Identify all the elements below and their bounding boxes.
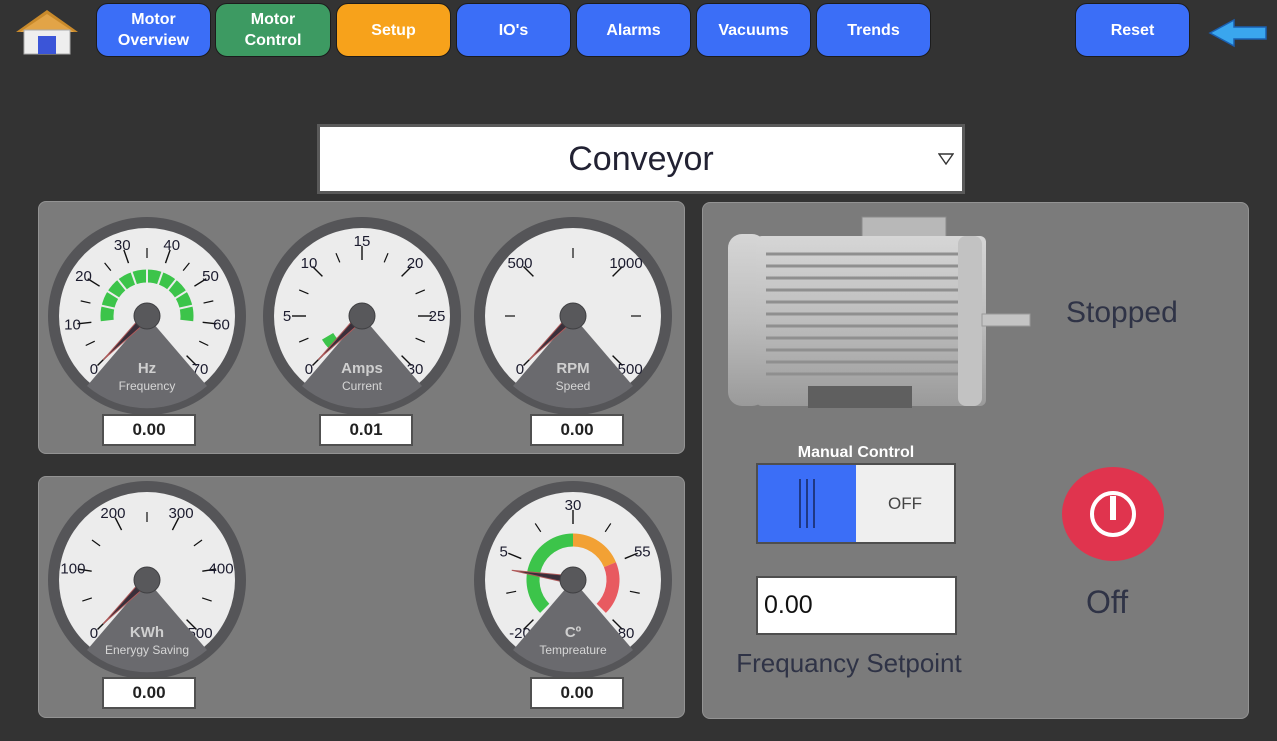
back-arrow-icon <box>1208 18 1267 48</box>
back-button[interactable] <box>1208 18 1268 48</box>
frequency-tick-label: 10 <box>64 316 81 333</box>
selector-value: Conveyor <box>568 139 714 178</box>
nav-setup-button[interactable]: Setup <box>336 3 451 57</box>
toggle-state-text: OFF <box>856 465 954 542</box>
frequency-tick-label: 50 <box>202 268 219 285</box>
power-button[interactable] <box>1061 466 1165 562</box>
grip-icon <box>799 479 815 528</box>
current-readout: 0.01 <box>319 414 413 446</box>
frequency-setpoint-label: Frequancy Setpoint <box>736 648 962 678</box>
temperature-gauge: -20 5 30 55 80 Cº Tempreature <box>473 480 673 680</box>
power-icon <box>1062 467 1164 561</box>
home-icon <box>16 10 78 55</box>
temperature-tick-label: 55 <box>634 543 651 560</box>
nav-motor-overview-button[interactable]: Motor Overview <box>96 3 211 57</box>
current-tick-label: 15 <box>354 233 371 250</box>
nav-vacuums-button[interactable]: Vacuums <box>696 3 811 57</box>
manual-control-label: Manual Control <box>797 444 915 461</box>
speed-tick-label: 1000 <box>609 255 642 272</box>
energy-caption-label: Enerygy Saving <box>105 643 189 657</box>
nav-ios-button[interactable]: IO's <box>456 3 571 57</box>
frequency-gauge: 0 10 20 30 40 50 60 70 Hz Frequency <box>47 216 247 416</box>
speed-caption-label: Speed <box>556 379 591 393</box>
temperature-readout: 0.00 <box>530 677 624 709</box>
power-state-text: Off <box>1086 584 1129 620</box>
frequency-unit-label: Hz <box>138 360 156 377</box>
frequency-caption-label: Frequency <box>119 379 176 393</box>
nav-trends-button[interactable]: Trends <box>816 3 931 57</box>
frequency-tick-label: 40 <box>163 237 180 254</box>
speed-tick-label: 500 <box>507 255 532 272</box>
reset-button[interactable]: Reset <box>1075 3 1190 57</box>
temperature-caption-label: Tempreature <box>539 643 607 657</box>
energy-tick-label: 100 <box>60 560 85 577</box>
toggle-handle[interactable] <box>758 465 856 542</box>
manual-control-toggle[interactable]: OFF <box>756 463 956 544</box>
frequency-tick-label: 30 <box>114 237 131 254</box>
energy-tick-label: 200 <box>100 505 125 522</box>
nav-alarms-button[interactable]: Alarms <box>576 3 691 57</box>
energy-readout: 0.00 <box>102 677 196 709</box>
speed-gauge-dial: 0500 10001500RPMSpeed <box>474 217 672 415</box>
frequency-tick-label: 20 <box>75 268 92 285</box>
temperature-tick-label: 30 <box>565 497 582 514</box>
current-tick-label: 5 <box>283 308 291 325</box>
energy-gauge-dial: 0100200 300400500KWhEnerygy Saving <box>48 481 246 679</box>
dropdown-arrow-icon <box>938 153 954 165</box>
energy-tick-label: 400 <box>209 560 234 577</box>
speed-unit-label: RPM <box>556 360 589 377</box>
energy-gauge: 0 100 200 300 400 500 KWh Enerygy Saving <box>47 480 247 680</box>
speed-gauge: 0 500 1000 1500 RPM Speed <box>473 216 673 416</box>
current-unit-label: Amps <box>341 360 383 377</box>
energy-tick-label: 300 <box>169 505 194 522</box>
frequency-tick-label: 60 <box>213 316 230 333</box>
temperature-unit-label: Cº <box>565 624 582 641</box>
current-caption-label: Current <box>342 379 383 393</box>
equipment-selector[interactable]: Conveyor <box>317 124 965 194</box>
energy-unit-label: KWh <box>130 624 164 641</box>
frequency-gauge-dial: 0102030 40506070HzFrequency <box>48 217 246 415</box>
nav-motor-control-button[interactable]: Motor Control <box>215 3 331 57</box>
current-gauge: 0 5 10 15 20 25 30 Amps Current <box>262 216 462 416</box>
temperature-tick-label: 5 <box>500 543 508 560</box>
motor-status-text: Stopped <box>1066 296 1178 329</box>
current-gauge-dial: 051015202530AmpsCurrent <box>263 217 461 415</box>
current-tick-label: 20 <box>407 255 424 272</box>
frequency-readout: 0.00 <box>102 414 196 446</box>
frequency-setpoint-input[interactable]: 0.00 <box>756 576 957 635</box>
current-tick-label: 25 <box>429 308 446 325</box>
temperature-gauge-dial: -205305580CºTempreature <box>474 481 672 679</box>
motor-icon <box>728 216 1031 408</box>
current-tick-label: 10 <box>301 255 318 272</box>
speed-readout: 0.00 <box>530 414 624 446</box>
home-button[interactable] <box>14 8 80 56</box>
